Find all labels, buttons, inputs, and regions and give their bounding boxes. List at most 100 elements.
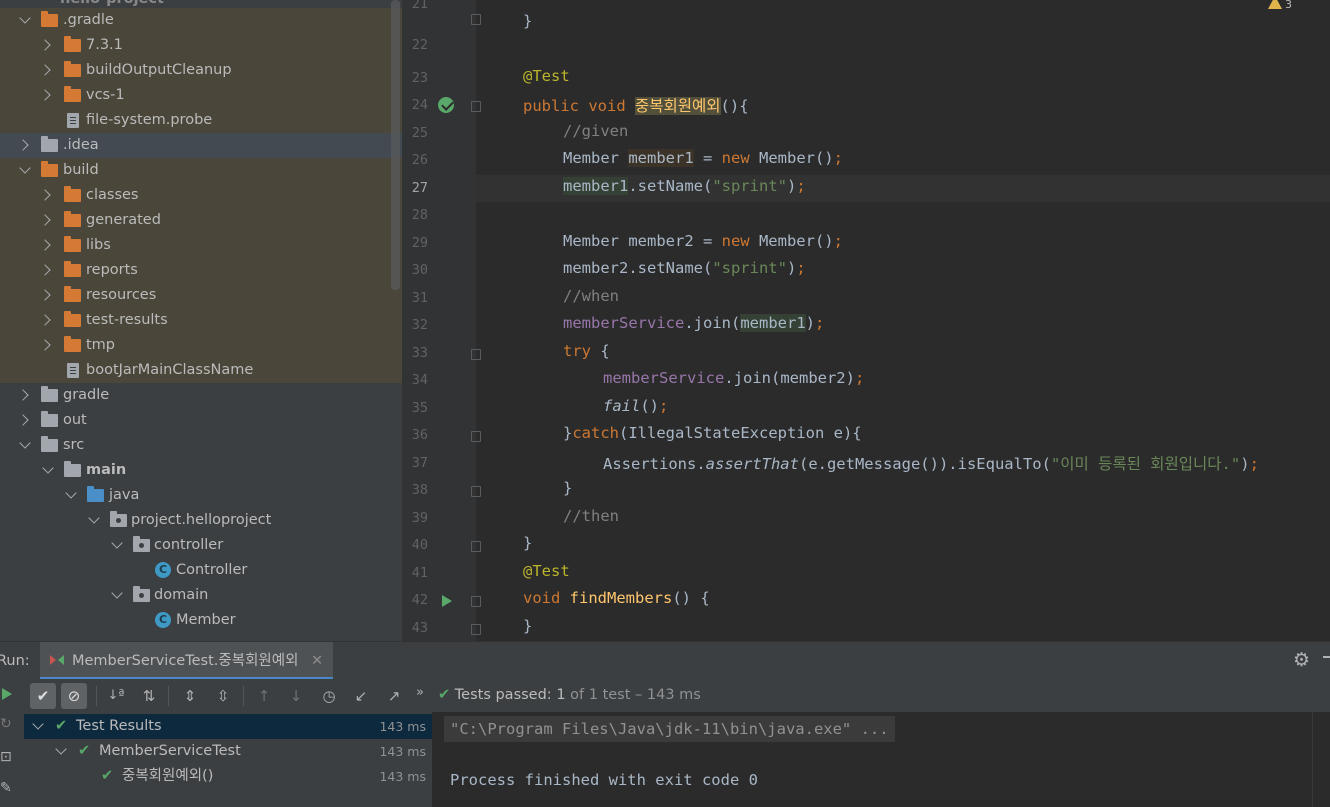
project-scrollbar[interactable] (391, 0, 400, 290)
run-test-icon[interactable] (442, 595, 452, 607)
class-icon: C (155, 562, 171, 578)
test-method-node[interactable]: ✔ 중복회원예외() 143 ms (24, 764, 432, 789)
tree-item-label: gradle (63, 387, 110, 403)
test-node-label: MemberServiceTest (99, 743, 241, 759)
test-duration: 143 ms (379, 769, 426, 784)
test-class-node[interactable]: ✔ MemberServiceTest 143 ms (24, 739, 432, 764)
chevron-down-icon (19, 437, 31, 449)
code-line-40: } (523, 534, 533, 552)
code-line-23: @Test (523, 67, 570, 85)
line-number: 22 (411, 37, 428, 53)
code-line-43: } (523, 617, 533, 635)
test-config-icon (58, 655, 64, 665)
folder-icon (64, 186, 81, 202)
test-node-label: Test Results (76, 718, 162, 734)
folder-icon (41, 11, 58, 27)
chevron-down-icon (88, 512, 100, 524)
code-line-39: //then (563, 507, 619, 525)
tree-item-label: libs (86, 237, 111, 253)
gear-icon[interactable]: ⚙ (1293, 649, 1310, 671)
run-tab[interactable]: MemberServiceTest.중복회원예외 ✕ (40, 642, 334, 680)
tree-item-label: tmp (86, 337, 116, 353)
rerun-failed-icon[interactable]: ↻ (0, 716, 12, 732)
test-config-icon (50, 655, 56, 665)
folder-icon (64, 36, 81, 52)
source-folder-icon (87, 486, 104, 502)
chevron-right-icon (17, 414, 29, 426)
check-icon: ✔ (438, 687, 451, 703)
settings-wrench-icon[interactable]: ✎ (0, 780, 12, 796)
tree-item-label: 7.3.1 (86, 37, 123, 53)
previous-failed-button[interactable]: ↑ (251, 683, 277, 709)
line-number: 35 (411, 400, 428, 416)
collapse-all-button[interactable]: ⇳ (210, 683, 236, 709)
import-tests-button[interactable]: ↙ (348, 683, 374, 709)
show-ignored-button[interactable]: ⊘ (61, 683, 87, 709)
code-line-36: }catch(IllegalStateException e){ (563, 424, 862, 442)
code-line-38: } (563, 479, 573, 497)
folder-icon (64, 211, 81, 227)
folder-icon (64, 86, 81, 102)
status-count: 1 (556, 687, 566, 703)
chevron-down-icon (55, 743, 67, 755)
run-tab-label: MemberServiceTest.중복회원예외 (72, 653, 299, 669)
expand-all-button[interactable]: ⇕ (177, 683, 203, 709)
close-icon[interactable]: ✕ (311, 653, 323, 669)
rerun-icon[interactable] (2, 688, 12, 700)
code-line-34: memberService.join(member2); (603, 369, 865, 387)
line-number: 39 (411, 510, 428, 526)
line-number: 31 (411, 290, 428, 306)
code-line-30: member2.setName("sprint"); (563, 259, 806, 277)
line-number: 28 (411, 207, 428, 223)
chevron-right-icon (17, 389, 29, 401)
code-line-21: } (523, 12, 533, 30)
console-side-toolbar (1312, 712, 1330, 807)
sort-alphabetically-button[interactable]: ↓ª (103, 683, 129, 709)
next-failed-button[interactable]: ↓ (283, 683, 309, 709)
more-actions-icon[interactable]: » (416, 685, 424, 700)
code-editor[interactable]: 21 22 23 24 25 26 27 28 29 30 31 32 33 3… (402, 0, 1330, 641)
test-status: ✔ Tests passed: 1 of 1 test – 143 ms (438, 684, 701, 706)
folder-icon (64, 236, 81, 252)
minimize-icon[interactable] (1323, 656, 1330, 658)
code-line-37: Assertions.assertThat(e.getMessage()).is… (603, 455, 1259, 473)
code-line-26: Member member1 = new Member(); (563, 149, 843, 167)
warning-icon[interactable] (1268, 0, 1282, 9)
fold-marker-icon[interactable] (471, 596, 481, 607)
tree-item-label: classes (86, 187, 139, 203)
run-side-toolbar: ↻ ⊡ ✎ (0, 679, 24, 807)
code-line-24: public void 중복회원예외(){ (523, 97, 749, 115)
toolbar-separator (96, 686, 97, 706)
line-number: 30 (411, 262, 428, 278)
folder-icon (41, 411, 58, 427)
fold-marker-icon[interactable] (471, 486, 481, 497)
fold-marker-icon[interactable] (471, 431, 481, 442)
folder-icon (64, 336, 81, 352)
history-icon[interactable]: ◷ (316, 683, 342, 709)
code-line-31: //when (563, 287, 619, 305)
tree-item-label: domain (154, 587, 209, 603)
export-tests-button[interactable]: ↗ (381, 683, 407, 709)
idea-row-highlight (0, 133, 402, 158)
line-number: 37 (411, 455, 428, 471)
test-results-root[interactable]: ✔ Test Results 143 ms (24, 714, 432, 739)
toggle-auto-test-icon[interactable]: ⊡ (0, 749, 12, 765)
folder-icon (64, 311, 81, 327)
test-duration: 143 ms (379, 719, 426, 734)
status-prefix: Tests passed: (454, 687, 552, 703)
tree-item-label: project.helloproject (131, 512, 272, 528)
fold-marker-icon[interactable] (471, 14, 481, 25)
folder-icon (41, 386, 58, 402)
chevron-down-icon (111, 537, 123, 549)
show-passed-button[interactable]: ✔ (30, 683, 56, 709)
fold-marker-icon[interactable] (471, 101, 481, 112)
fold-marker-icon[interactable] (471, 541, 481, 552)
line-number: 42 (411, 592, 428, 608)
fold-marker-icon[interactable] (471, 349, 481, 360)
console-command-line: "C:\Program Files\Java\jdk-11\bin\java.e… (444, 716, 895, 742)
console-output[interactable]: "C:\Program Files\Java\jdk-11\bin\java.e… (432, 712, 1312, 807)
fold-marker-icon[interactable] (471, 624, 481, 635)
folder-icon (41, 136, 58, 152)
toolbar-separator (168, 686, 169, 706)
sort-by-duration-button[interactable]: ⇅ (136, 683, 162, 709)
